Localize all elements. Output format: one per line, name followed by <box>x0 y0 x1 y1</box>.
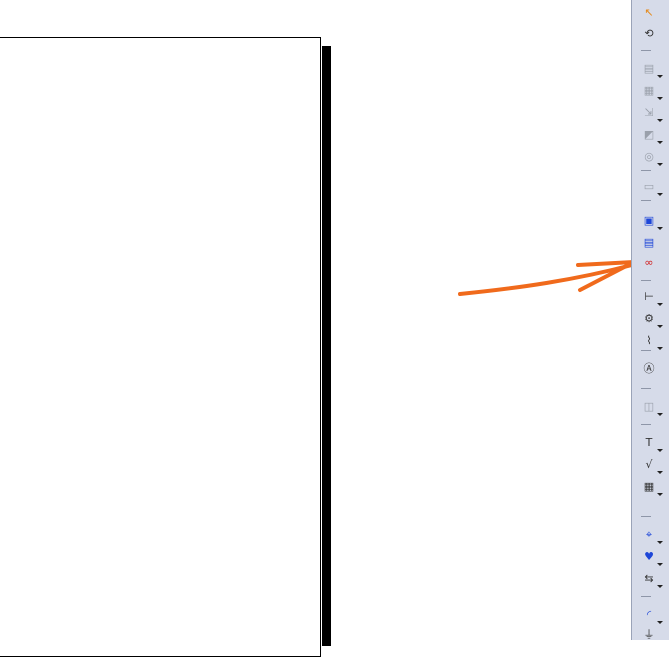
transfer-icon-glyph: ⇆ <box>644 572 654 585</box>
links-icon[interactable]: ∞ <box>640 254 658 272</box>
toolbar-separator <box>641 424 651 425</box>
point-icon[interactable]: ⌖ <box>640 526 663 544</box>
toolbar-separator <box>641 50 651 51</box>
links-icon-glyph: ∞ <box>644 256 654 269</box>
clipping-view-icon-glyph: ▭ <box>643 180 655 193</box>
dropdown-caret-icon[interactable] <box>657 119 663 122</box>
clipping-view-icon[interactable]: ▭ <box>640 178 663 196</box>
view-frame-icon[interactable]: ▣ <box>640 212 663 230</box>
generate-view-icon[interactable]: ▤ <box>640 234 658 252</box>
datum-frame-icon[interactable]: Ⓐ <box>640 360 658 378</box>
annotation-tool-icon[interactable]: ◫ <box>640 398 663 416</box>
transfer-icon[interactable]: ⇆ <box>640 570 663 588</box>
fly-view-icon[interactable]: ⟲ <box>640 25 658 43</box>
dress-up-icon[interactable]: ⏚ <box>640 626 658 644</box>
dropdown-caret-icon[interactable] <box>657 141 663 144</box>
detail-view-icon[interactable]: ◎ <box>640 148 663 166</box>
axis-icon-glyph: ♥ <box>644 550 654 563</box>
select-icon-glyph: ↖ <box>644 6 654 19</box>
toolbar-separator <box>641 170 651 171</box>
point-icon-glyph: ⌖ <box>645 528 653 541</box>
fly-view-icon-glyph: ⟲ <box>644 27 654 40</box>
toolbar-separator <box>641 350 651 351</box>
dropdown-caret-icon[interactable] <box>657 471 663 474</box>
dropdown-caret-icon[interactable] <box>657 347 663 350</box>
dimension-icon[interactable]: ⊢ <box>640 288 663 306</box>
annotation-tool-icon-glyph: ◫ <box>643 400 655 413</box>
dropdown-caret-icon[interactable] <box>657 193 663 196</box>
text-icon-glyph: T <box>645 436 653 449</box>
section-view-icon-glyph: ◩ <box>643 128 655 141</box>
dropdown-caret-icon[interactable] <box>657 621 663 624</box>
text-icon[interactable]: T <box>640 434 663 452</box>
dropdown-caret-icon[interactable] <box>657 163 663 166</box>
dropdown-caret-icon[interactable] <box>657 75 663 78</box>
toolbar-separator <box>641 596 651 597</box>
projection-icon[interactable]: ⇲ <box>640 104 663 122</box>
view-frame-icon-glyph: ▣ <box>643 214 655 227</box>
frame-view-icon[interactable]: ▤ <box>640 60 663 78</box>
table-icon[interactable]: ▦ <box>640 478 663 496</box>
tolerance-icon[interactable]: ⌇ <box>640 332 663 350</box>
annotation-arrow <box>458 260 636 296</box>
dropdown-caret-icon[interactable] <box>657 541 663 544</box>
dropdown-caret-icon[interactable] <box>657 585 663 588</box>
toolbar-separator <box>641 516 651 517</box>
roughness-icon[interactable]: √ <box>640 456 663 474</box>
dimension-settings-icon-glyph: ⚙ <box>644 312 654 325</box>
dropdown-caret-icon[interactable] <box>657 227 663 230</box>
roughness-icon-glyph: √ <box>645 458 653 471</box>
dropdown-caret-icon[interactable] <box>657 325 663 328</box>
toolbar-separator <box>641 200 651 201</box>
frame-view-icon-glyph: ▤ <box>643 62 655 75</box>
dropdown-caret-icon[interactable] <box>657 303 663 306</box>
dimension-icon-glyph: ⊢ <box>644 290 654 303</box>
sheet-background-icon[interactable]: ▦ <box>640 82 663 100</box>
dropdown-caret-icon[interactable] <box>657 449 663 452</box>
select-icon[interactable]: ↖ <box>640 4 658 22</box>
dress-up-icon-glyph: ⏚ <box>643 628 655 641</box>
tolerance-icon-glyph: ⌇ <box>646 334 652 347</box>
table-icon-glyph: ▦ <box>643 480 655 493</box>
arc-icon-glyph: ◜ <box>646 608 652 621</box>
generate-view-icon-glyph: ▤ <box>643 236 655 249</box>
projection-icon-glyph: ⇲ <box>644 106 654 119</box>
section-view-icon[interactable]: ◩ <box>640 126 663 144</box>
dropdown-caret-icon[interactable] <box>657 413 663 416</box>
toolbar-separator <box>641 388 651 389</box>
dimension-settings-icon[interactable]: ⚙ <box>640 310 663 328</box>
detail-view-icon-glyph: ◎ <box>644 150 654 163</box>
dropdown-caret-icon[interactable] <box>657 563 663 566</box>
dropdown-caret-icon[interactable] <box>657 97 663 100</box>
sheet-background-icon-glyph: ▦ <box>643 84 655 97</box>
axis-icon[interactable]: ♥ <box>640 548 663 566</box>
dropdown-caret-icon[interactable] <box>657 493 663 496</box>
arc-icon[interactable]: ◜ <box>640 606 663 624</box>
datum-frame-icon-glyph: Ⓐ <box>643 362 655 375</box>
toolbar-separator <box>641 280 651 281</box>
